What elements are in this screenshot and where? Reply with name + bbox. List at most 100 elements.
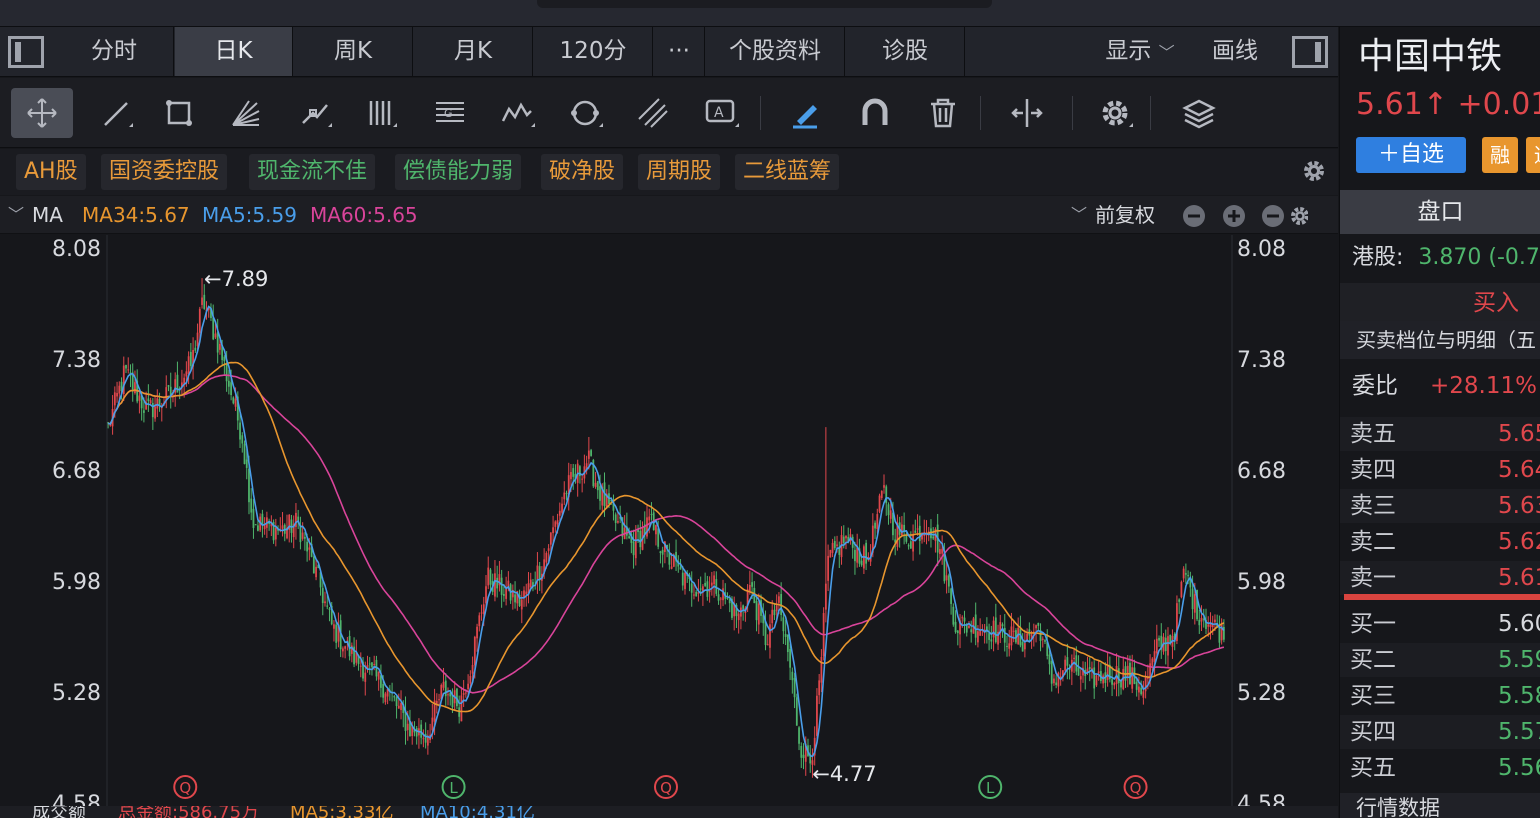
candle-body: [661, 549, 664, 555]
segment-tool-icon[interactable]: [284, 88, 346, 138]
candle-body: [485, 586, 487, 604]
ask-level-row[interactable]: 卖三 5.63: [1340, 489, 1540, 523]
bid-level-row[interactable]: 买一 5.60: [1340, 607, 1540, 641]
volume-collapse-icon[interactable]: ﹀: [8, 806, 22, 818]
event-marker[interactable]: L: [441, 775, 466, 799]
bid-level-row[interactable]: 买三 5.58: [1340, 679, 1540, 713]
candle-body: [225, 363, 228, 382]
candle-body: [127, 369, 130, 371]
event-marker-label: Q: [660, 779, 672, 797]
order-detail-header[interactable]: 买卖档位与明细（五: [1340, 321, 1540, 359]
candle-body: [364, 672, 367, 682]
candle-body: [800, 745, 803, 758]
event-marker[interactable]: Q: [1123, 775, 1148, 799]
settings-icon[interactable]: [1084, 88, 1146, 138]
stock-tag[interactable]: 现金流不佳: [249, 154, 376, 190]
candle-body: [941, 548, 944, 554]
rectangle-tool-icon[interactable]: [148, 88, 210, 138]
event-marker[interactable]: Q: [173, 775, 198, 799]
split-icon[interactable]: [996, 88, 1058, 138]
candle-body: [1180, 581, 1183, 598]
fan-tool-icon[interactable]: [214, 88, 276, 138]
market-data-header[interactable]: 行情数据: [1340, 793, 1540, 818]
adjust-mode-dropdown[interactable]: 前复权: [1095, 196, 1155, 234]
tab-5[interactable]: ···: [654, 27, 705, 76]
draw-lines-button[interactable]: 画线: [1200, 27, 1270, 76]
indicator-settings-icon[interactable]: [1291, 207, 1308, 225]
candle-body: [831, 542, 834, 553]
bid-level-row[interactable]: 买二 5.59: [1340, 643, 1540, 677]
vertical-lines-icon[interactable]: [350, 88, 412, 138]
hk-quote-row[interactable]: 港股: 3.870 (-0.7: [1340, 239, 1540, 277]
text-annotation-icon[interactable]: A: [690, 88, 752, 138]
layers-icon[interactable]: [1168, 88, 1230, 138]
stock-tag[interactable]: AH股: [16, 154, 86, 190]
tab-6[interactable]: 个股资料: [706, 27, 845, 76]
event-marker[interactable]: Q: [654, 775, 678, 799]
parallel-channel-icon[interactable]: [622, 88, 684, 138]
ask-level-row[interactable]: 卖一 5.61: [1340, 561, 1540, 595]
highlighter-icon[interactable]: [774, 88, 836, 138]
stock-tag[interactable]: 偿债能力弱: [395, 154, 522, 190]
gann-tool-icon[interactable]: G: [419, 88, 481, 138]
bid-level-row[interactable]: 买五 5.56: [1340, 751, 1540, 785]
indicator-name[interactable]: MA: [32, 196, 63, 234]
remove-indicator-icon[interactable]: [1262, 205, 1284, 227]
margin-trading-badge[interactable]: 融: [1482, 137, 1518, 173]
left-panel-toggle-icon[interactable]: [8, 36, 44, 68]
window-drag-handle[interactable]: [537, 0, 992, 8]
ask-level-label: 卖三: [1350, 493, 1396, 519]
trash-icon[interactable]: [912, 88, 974, 138]
candlestick-chart[interactable]: 8.08 8.08 7.38 7.38 6.68 6.68 5.98 5.98 5.28 5.28…: [0, 235, 1338, 818]
display-menu[interactable]: 显示 ﹀: [1080, 27, 1200, 76]
line-tool-icon[interactable]: [86, 88, 148, 138]
stock-tag[interactable]: 国资委控股: [101, 154, 228, 190]
stock-tag[interactable]: 破净股: [541, 154, 624, 190]
buy-button[interactable]: 买入: [1340, 283, 1540, 323]
ask-level-row[interactable]: 卖五 5.65: [1340, 417, 1540, 451]
collapse-chevron-icon[interactable]: ﹀: [8, 196, 24, 234]
candle-body: [487, 567, 490, 586]
tab-0[interactable]: 分时: [55, 27, 174, 76]
price-tick-right: 7.38: [1237, 348, 1286, 373]
tab-1[interactable]: 日K: [175, 27, 293, 76]
candle-body: [1214, 619, 1216, 623]
stock-connect-badge[interactable]: 通: [1526, 137, 1540, 173]
candle-body: [939, 549, 941, 554]
candle-body: [561, 503, 563, 513]
tab-2[interactable]: 周K: [294, 27, 413, 76]
candle-body: [974, 614, 977, 638]
hk-value: 3.870 (-0.7: [1418, 245, 1540, 270]
stock-tag[interactable]: 周期股: [638, 154, 721, 190]
right-panel-toggle-icon[interactable]: [1292, 36, 1328, 68]
tab-7[interactable]: 诊股: [846, 27, 965, 76]
candle-body: [802, 754, 805, 759]
candle-body: [248, 468, 250, 503]
cycle-tool-icon[interactable]: [554, 88, 616, 138]
candle-body: [243, 443, 246, 465]
stock-tag[interactable]: 二线蓝筹: [735, 154, 840, 190]
candle-body: [545, 552, 548, 563]
candle-body: [954, 621, 957, 633]
add-watchlist-button[interactable]: ＋自选: [1356, 137, 1466, 173]
bid-level-label: 买一: [1350, 611, 1396, 637]
candle-body: [438, 699, 440, 701]
ask-level-row[interactable]: 卖四 5.64: [1340, 453, 1540, 487]
candle-body: [489, 569, 492, 585]
zoom-in-icon[interactable]: [1223, 205, 1245, 227]
order-book-tab[interactable]: 盘口: [1340, 190, 1540, 234]
ma34-value: MA34:5.67: [82, 203, 190, 227]
bid-level-row[interactable]: 买四 5.57: [1340, 715, 1540, 749]
commission-ratio-label: 委比: [1352, 373, 1398, 399]
event-marker[interactable]: L: [978, 775, 1003, 799]
wave-tool-icon[interactable]: [486, 88, 548, 138]
candle-body: [422, 738, 425, 740]
candle-body: [198, 308, 201, 333]
zoom-out-icon[interactable]: [1183, 205, 1205, 227]
tab-3[interactable]: 月K: [414, 27, 533, 76]
ask-level-row[interactable]: 卖二 5.62: [1340, 525, 1540, 559]
move-crosshair-icon[interactable]: [11, 88, 73, 138]
tab-4[interactable]: 120分: [534, 27, 653, 76]
tag-settings-gear-icon[interactable]: [1300, 157, 1328, 185]
magnet-icon[interactable]: [844, 88, 906, 138]
